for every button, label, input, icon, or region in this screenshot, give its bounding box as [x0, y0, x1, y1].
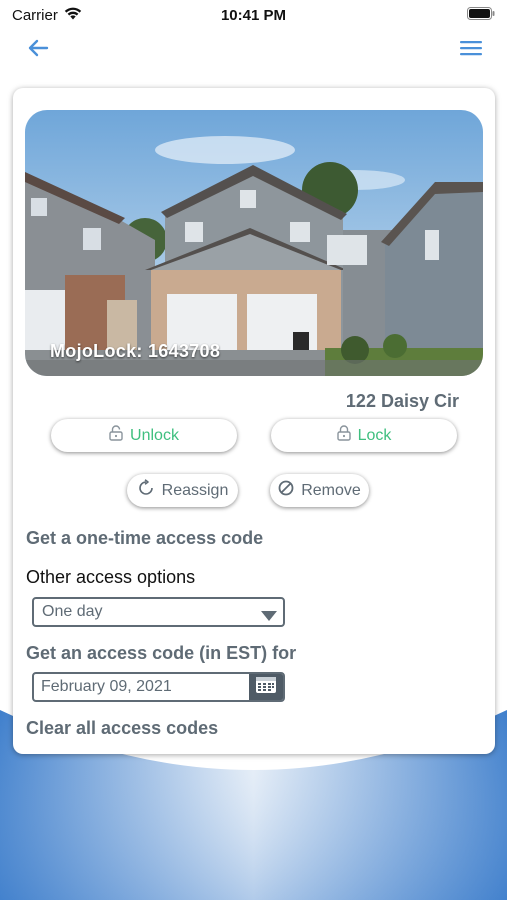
- lock-button[interactable]: Lock: [271, 419, 457, 452]
- calendar-button[interactable]: [249, 674, 283, 700]
- duration-value: One day: [42, 603, 103, 620]
- lock-label: Lock: [357, 426, 392, 444]
- status-bar: Carrier 10:41 PM: [0, 0, 507, 30]
- refresh-icon: [137, 479, 155, 502]
- wifi-icon: [64, 7, 82, 24]
- property-address: 122 Daisy Cir: [345, 391, 459, 411]
- caret-down-icon: [261, 608, 277, 626]
- nav-bar: [0, 32, 507, 68]
- house-photo: MojoLock: 1643708: [25, 110, 483, 376]
- reassign-button[interactable]: Reassign: [127, 474, 238, 507]
- padlock-icon: [336, 425, 351, 446]
- arrow-left-icon: [27, 39, 49, 62]
- battery-icon: [467, 6, 495, 24]
- date-field[interactable]: February 09, 2021: [32, 672, 285, 702]
- one-time-code-link[interactable]: Get a one-time access code: [26, 528, 263, 549]
- other-options-label: Other access options: [26, 567, 196, 587]
- duration-select[interactable]: One day: [32, 597, 285, 627]
- clear-codes-link[interactable]: Clear all access codes: [26, 718, 218, 739]
- lock-id-label: MojoLock: 1643708: [50, 341, 221, 361]
- remove-label: Remove: [301, 481, 361, 499]
- prohibited-icon: [278, 480, 294, 501]
- date-value: February 09, 2021: [41, 678, 172, 695]
- remove-button[interactable]: Remove: [270, 474, 369, 507]
- reassign-label: Reassign: [161, 481, 229, 499]
- hamburger-menu-icon: [460, 40, 482, 61]
- menu-button[interactable]: [455, 34, 487, 66]
- unlock-button[interactable]: Unlock: [51, 419, 237, 452]
- lock-card: MojoLock: 1643708 122 Daisy Cir Unlock L…: [13, 88, 495, 754]
- calendar-icon: [255, 676, 277, 699]
- back-button[interactable]: [22, 34, 54, 66]
- unlocked-padlock-icon: [109, 425, 123, 446]
- date-code-title: Get an access code (in EST) for: [26, 643, 297, 663]
- unlock-label: Unlock: [130, 426, 179, 444]
- carrier-label: Carrier: [12, 6, 58, 24]
- status-left: Carrier: [12, 7, 82, 24]
